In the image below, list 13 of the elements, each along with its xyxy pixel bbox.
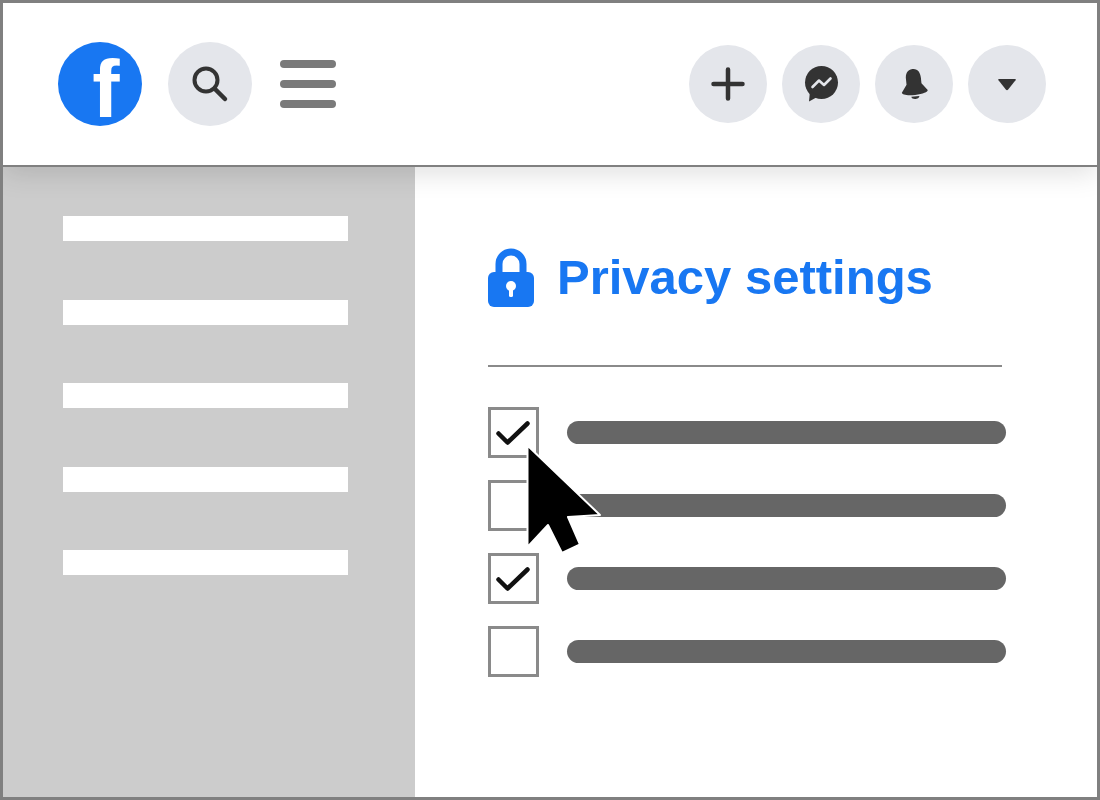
logo[interactable]: f — [58, 42, 142, 126]
checkbox[interactable] — [488, 553, 539, 604]
checkmark-icon — [495, 567, 530, 592]
caret-down-icon — [997, 77, 1017, 91]
checkbox[interactable] — [488, 407, 539, 458]
lock-icon — [488, 247, 534, 307]
menu-icon[interactable] — [280, 60, 336, 108]
checkbox[interactable] — [488, 626, 539, 677]
search-icon — [191, 65, 229, 103]
page-title: Privacy settings — [557, 252, 933, 302]
plus-icon — [711, 67, 745, 101]
chat-bubble-icon — [803, 66, 839, 102]
checkmark-icon — [495, 421, 530, 446]
